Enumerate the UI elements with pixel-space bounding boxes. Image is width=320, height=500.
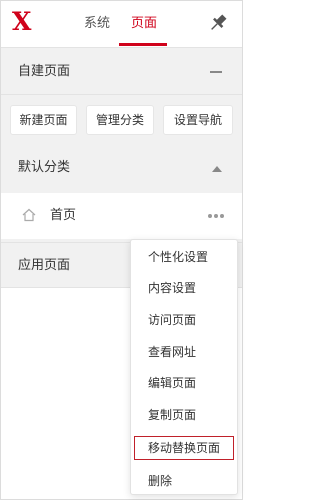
menu-item-copy-page[interactable]: 复制页面 [131, 400, 237, 431]
category-default[interactable]: 默认分类 [1, 146, 242, 191]
menu-item-label: 查看网址 [148, 345, 197, 359]
page-sidebar: X 系统 页面 自建页面 新建页面 管理分类 设置导航 默认分类 首页 应用页面… [0, 0, 243, 500]
menu-item-label: 移动替换页面 [148, 441, 221, 455]
menu-item-label: 编辑页面 [148, 376, 197, 390]
header: X 系统 页面 [1, 1, 242, 47]
menu-item-label: 个性化设置 [148, 250, 209, 264]
section-title: 自建页面 [18, 64, 71, 79]
home-icon [22, 208, 36, 222]
category-title: 默认分类 [18, 160, 71, 175]
menu-item-edit-page[interactable]: 编辑页面 [131, 368, 237, 399]
menu-item-move-replace-page[interactable]: 移动替换页面 [134, 436, 234, 460]
menu-item-view-url[interactable]: 查看网址 [131, 337, 237, 368]
menu-item-label: 删除 [148, 474, 173, 488]
menu-item-content-settings[interactable]: 内容设置 [131, 273, 237, 304]
pin-icon[interactable] [207, 12, 229, 34]
new-page-button[interactable]: 新建页面 [10, 105, 77, 135]
menu-item-visit-page[interactable]: 访问页面 [131, 305, 237, 336]
active-tab-indicator [119, 43, 167, 46]
manage-categories-button[interactable]: 管理分类 [86, 105, 154, 135]
page-item-home[interactable]: 首页 [1, 193, 242, 239]
logo: X [12, 7, 32, 36]
tab-system[interactable]: 系统 [84, 15, 110, 33]
menu-item-label: 复制页面 [148, 408, 197, 422]
menu-item-delete[interactable]: 删除 [131, 466, 237, 497]
page-context-menu: 个性化设置 内容设置 访问页面 查看网址 编辑页面 复制页面 移动替换页面 删除 [130, 239, 238, 495]
set-navigation-button[interactable]: 设置导航 [163, 105, 233, 135]
minus-icon[interactable] [210, 71, 222, 73]
more-icon[interactable] [208, 214, 226, 218]
menu-item-label: 内容设置 [148, 281, 197, 295]
triangle-up-icon[interactable] [212, 166, 222, 172]
page-item-label: 首页 [50, 208, 77, 223]
tab-pages[interactable]: 页面 [131, 15, 157, 33]
menu-item-personalize[interactable]: 个性化设置 [131, 242, 237, 273]
section-custom-pages-header[interactable]: 自建页面 [1, 47, 242, 95]
section-title: 应用页面 [18, 258, 71, 273]
menu-item-label: 访问页面 [148, 313, 197, 327]
